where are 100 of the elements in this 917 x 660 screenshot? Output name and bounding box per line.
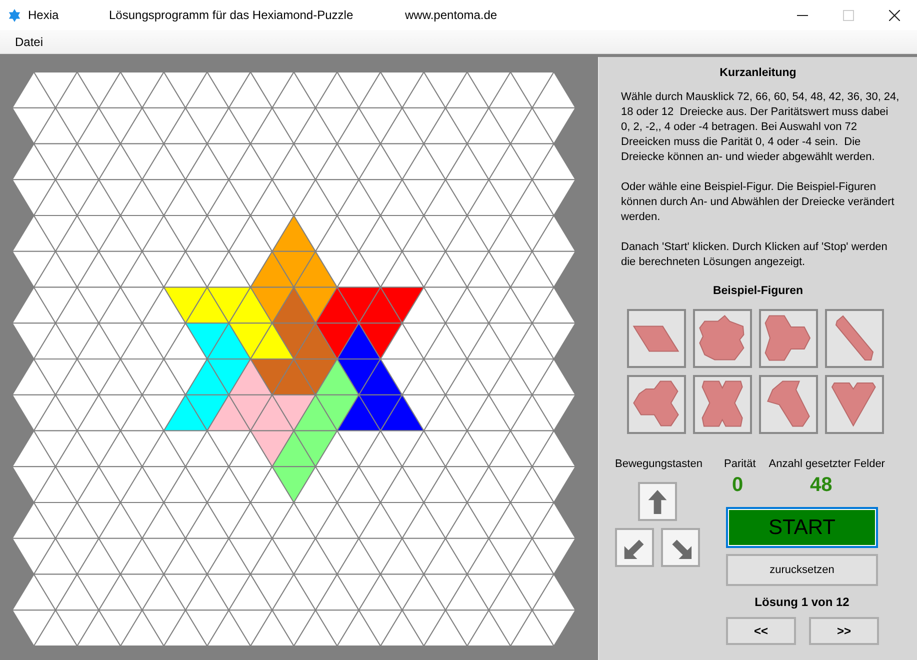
triangle-cell[interactable]	[206, 609, 252, 646]
triangle-cell[interactable]	[184, 214, 230, 252]
triangle-cell[interactable]	[32, 72, 78, 109]
triangle-cell[interactable]	[32, 394, 78, 432]
triangle-cell[interactable]	[510, 430, 555, 468]
triangle-cell[interactable]	[11, 610, 56, 647]
triangle-cell[interactable]	[54, 71, 100, 108]
triangle-cell[interactable]	[120, 286, 165, 324]
triangle-cell[interactable]	[358, 214, 404, 252]
move-up-button[interactable]	[638, 482, 677, 521]
triangle-cell[interactable]	[162, 537, 208, 575]
triangle-cell[interactable]	[510, 215, 555, 252]
triangle-cell[interactable]	[120, 466, 165, 503]
reset-button[interactable]: zurucksetzen	[726, 554, 878, 586]
triangle-cell[interactable]	[292, 537, 338, 575]
triangle-cell[interactable]	[466, 72, 512, 109]
triangle-cell[interactable]	[98, 250, 144, 288]
triangle-cell[interactable]	[141, 107, 186, 145]
triangle-cell[interactable]	[466, 430, 512, 468]
triangle-cell[interactable]	[314, 179, 360, 216]
triangle-cell[interactable]	[444, 394, 490, 432]
triangle-cell[interactable]	[206, 430, 252, 468]
triangle-cell[interactable]	[336, 466, 382, 503]
triangle-cell[interactable]	[141, 358, 186, 396]
triangle-cell[interactable]	[422, 574, 468, 612]
triangle-cell[interactable]	[271, 322, 316, 360]
triangle-cell[interactable]	[510, 466, 555, 503]
triangle-cell[interactable]	[488, 538, 534, 576]
triangle-cell[interactable]	[76, 609, 122, 646]
triangle-cell[interactable]	[250, 250, 295, 288]
triangle-cell[interactable]	[401, 502, 446, 539]
triangle-cell[interactable]	[401, 71, 446, 108]
triangle-cell[interactable]	[336, 178, 382, 216]
triangle-cell[interactable]	[206, 250, 252, 288]
triangle-cell[interactable]	[76, 143, 122, 181]
triangle-cell[interactable]	[76, 286, 122, 324]
triangle-cell[interactable]	[206, 502, 252, 540]
triangle-cell[interactable]	[531, 250, 576, 288]
triangle-cell[interactable]	[54, 538, 100, 576]
triangle-cell[interactable]	[292, 574, 338, 612]
triangle-cell[interactable]	[531, 214, 576, 252]
triangle-cell[interactable]	[510, 537, 555, 575]
triangle-cell[interactable]	[380, 394, 425, 432]
triangle-cell[interactable]	[466, 143, 512, 181]
triangle-cell[interactable]	[98, 107, 144, 145]
triangle-cell[interactable]	[98, 538, 144, 576]
triangle-cell[interactable]	[380, 106, 425, 144]
triangle-cell[interactable]	[271, 250, 316, 288]
triangle-cell[interactable]	[32, 178, 78, 216]
triangle-cell[interactable]	[271, 394, 316, 432]
previous-solution-button[interactable]: <<	[726, 617, 796, 645]
triangle-cell[interactable]	[141, 179, 186, 216]
triangle-cell[interactable]	[358, 502, 404, 539]
triangle-cell[interactable]	[336, 215, 382, 252]
triangle-cell[interactable]	[76, 72, 122, 109]
triangle-cell[interactable]	[488, 322, 534, 360]
triangle-cell[interactable]	[531, 71, 576, 108]
triangle-cell[interactable]	[336, 574, 382, 612]
triangle-cell[interactable]	[466, 466, 512, 503]
triangle-cell[interactable]	[11, 502, 56, 539]
triangle-cell[interactable]	[292, 358, 338, 396]
triangle-cell[interactable]	[271, 610, 316, 647]
triangle-cell[interactable]	[510, 250, 555, 288]
triangle-cell[interactable]	[292, 143, 338, 181]
triangle-cell[interactable]	[206, 143, 252, 181]
triangle-cell[interactable]	[184, 250, 230, 288]
triangle-cell[interactable]	[120, 72, 165, 109]
triangle-cell[interactable]	[336, 72, 382, 109]
triangle-cell[interactable]	[314, 107, 360, 145]
triangle-cell[interactable]	[422, 358, 468, 396]
triangle-cell[interactable]	[120, 178, 165, 216]
triangle-cell[interactable]	[380, 466, 425, 503]
triangle-cell[interactable]	[32, 286, 78, 324]
triangle-cell[interactable]	[401, 610, 446, 647]
next-solution-button[interactable]: >>	[809, 617, 879, 645]
triangle-cell[interactable]	[98, 358, 144, 396]
triangle-cell[interactable]	[422, 178, 468, 216]
triangle-cell[interactable]	[466, 609, 512, 646]
triangle-cell[interactable]	[510, 358, 555, 396]
triangle-cell[interactable]	[401, 394, 446, 432]
triangle-cell[interactable]	[380, 322, 425, 360]
move-down-left-button[interactable]	[615, 528, 654, 567]
triangle-cell[interactable]	[54, 502, 100, 539]
triangle-cell[interactable]	[32, 322, 78, 360]
triangle-cell[interactable]	[54, 394, 100, 432]
triangle-cell[interactable]	[120, 215, 165, 252]
triangle-cell[interactable]	[250, 358, 295, 396]
triangle-cell[interactable]	[292, 322, 338, 360]
triangle-cell[interactable]	[401, 538, 446, 576]
triangle-cell[interactable]	[32, 143, 78, 181]
triangle-cell[interactable]	[314, 71, 360, 108]
triangle-cell[interactable]	[250, 106, 295, 144]
triangle-cell[interactable]	[422, 250, 468, 288]
triangle-cell[interactable]	[32, 106, 78, 144]
example-figure-button[interactable]	[759, 309, 818, 368]
triangle-cell[interactable]	[32, 430, 78, 468]
triangle-cell[interactable]	[466, 215, 512, 252]
example-figure-button[interactable]	[825, 375, 884, 434]
triangle-cell[interactable]	[314, 214, 360, 252]
triangle-cell[interactable]	[510, 394, 555, 432]
